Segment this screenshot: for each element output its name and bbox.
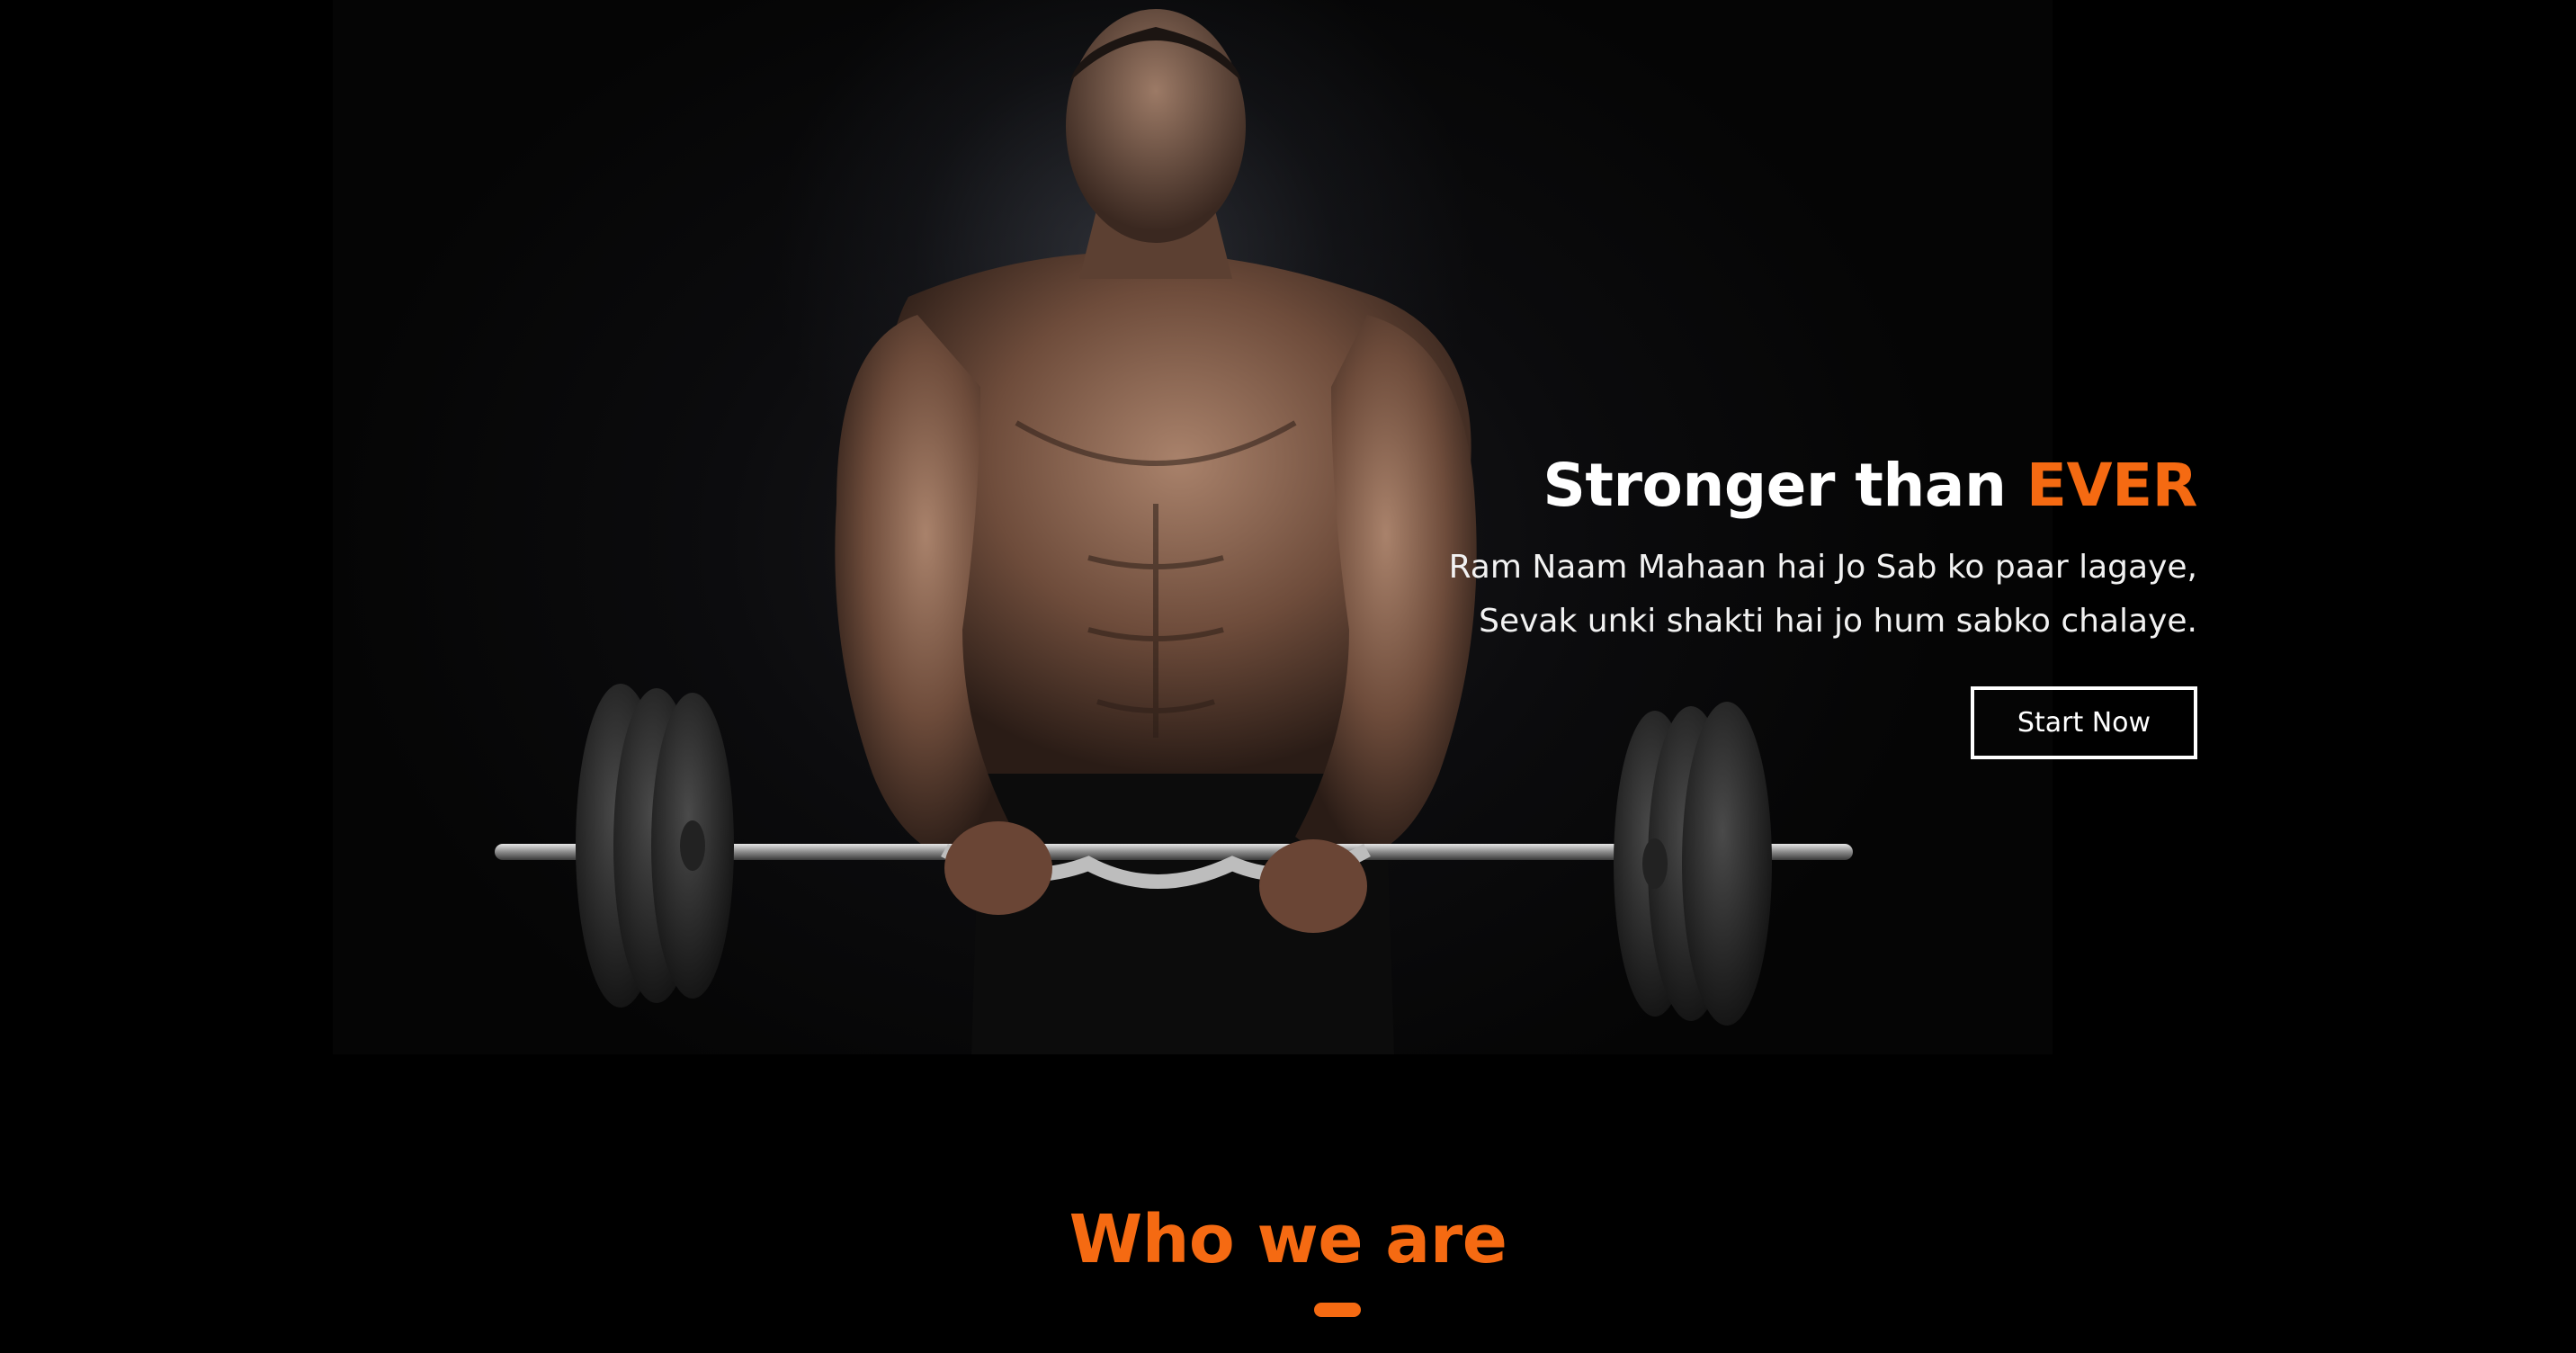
- hero-title: Stronger than EVER: [1298, 450, 2197, 521]
- hero-title-accent: EVER: [2026, 451, 2198, 520]
- hero-copy: Stronger than EVER Ram Naam Mahaan hai J…: [1298, 450, 2198, 760]
- heading-divider: [1314, 1303, 1361, 1317]
- hero-subtitle-line-1: Ram Naam Mahaan hai Jo Sab ko paar lagay…: [1448, 549, 2197, 587]
- hero-subtitle-line-2: Sevak unki shakti hai jo hum sabko chala…: [1479, 603, 2197, 641]
- start-now-button[interactable]: Start Now: [1971, 686, 2197, 760]
- hero-subtitle: Ram Naam Mahaan hai Jo Sab ko paar lagay…: [1298, 541, 2197, 649]
- hero-title-prefix: Stronger than: [1543, 451, 2026, 520]
- who-we-are-heading: Who we are: [1069, 1201, 1507, 1278]
- page: Stronger than EVER Ram Naam Mahaan hai J…: [0, 0, 2576, 1353]
